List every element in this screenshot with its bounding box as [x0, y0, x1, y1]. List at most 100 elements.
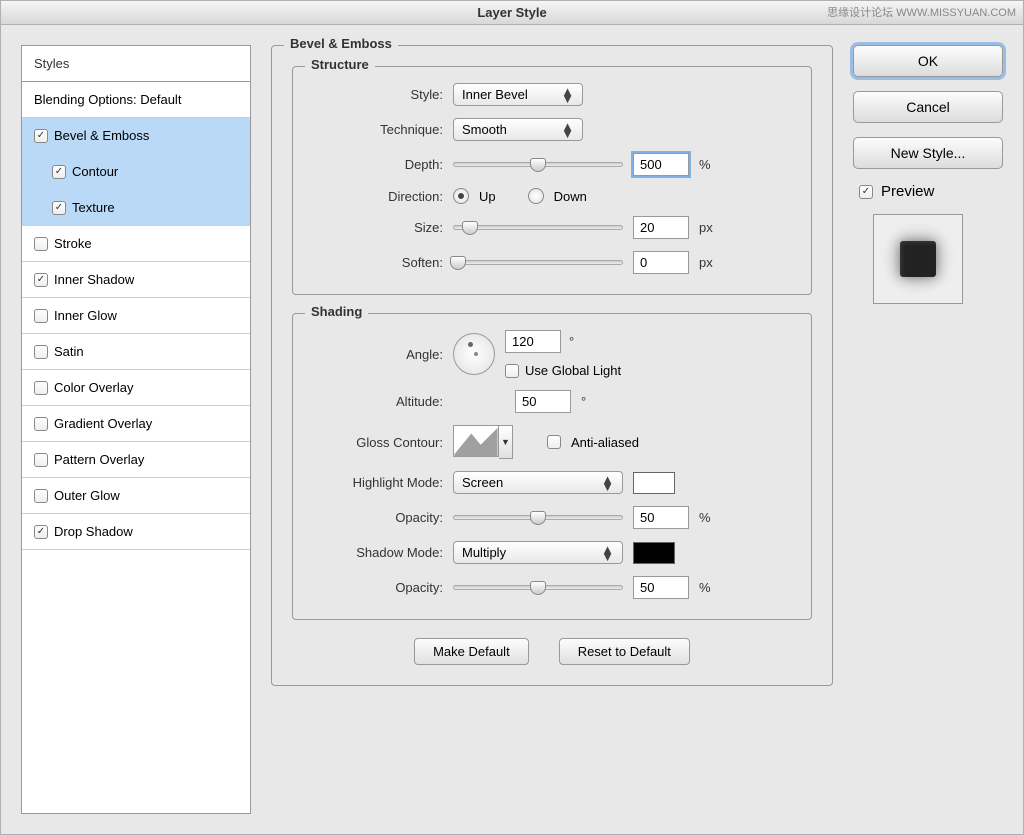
select-arrows-icon: ▲▼ — [601, 476, 614, 490]
size-slider[interactable] — [453, 220, 623, 236]
make-default-button[interactable]: Make Default — [414, 638, 529, 665]
shadow-mode-label: Shadow Mode: — [313, 545, 443, 560]
soften-slider[interactable] — [453, 255, 623, 271]
shadow-opacity-slider[interactable] — [453, 580, 623, 596]
sidebar-item-inner-shadow[interactable]: Inner Shadow — [22, 262, 250, 298]
sidebar-header[interactable]: Styles — [22, 46, 250, 82]
sidebar-item-stroke[interactable]: Stroke — [22, 226, 250, 262]
soften-unit: px — [699, 255, 713, 270]
altitude-unit: ° — [581, 394, 586, 409]
soften-label: Soften: — [313, 255, 443, 270]
structure-legend: Structure — [305, 57, 375, 72]
size-unit: px — [699, 220, 713, 235]
highlight-color-swatch[interactable] — [633, 472, 675, 494]
action-panel: OK Cancel New Style... Preview — [853, 45, 1003, 814]
highlight-mode-select[interactable]: Screen ▲▼ — [453, 471, 623, 494]
direction-down-radio[interactable] — [528, 188, 544, 204]
shadow-opacity-label: Opacity: — [313, 580, 443, 595]
technique-label: Technique: — [313, 122, 443, 137]
sidebar-checkbox[interactable] — [34, 237, 48, 251]
shadow-opacity-input[interactable]: 50 — [633, 576, 689, 599]
styles-sidebar: Styles Blending Options: Default Bevel &… — [21, 45, 251, 814]
sidebar-item-outer-glow[interactable]: Outer Glow — [22, 478, 250, 514]
sidebar-item-gradient-overlay[interactable]: Gradient Overlay — [22, 406, 250, 442]
shadow-color-swatch[interactable] — [633, 542, 675, 564]
sidebar-checkbox[interactable] — [34, 129, 48, 143]
sidebar-checkbox[interactable] — [52, 165, 66, 179]
sidebar-item-texture[interactable]: Texture — [22, 190, 250, 226]
watermark-top-right: 思缘设计论坛 WWW.MISSYUAN.COM — [827, 4, 1016, 20]
sidebar-item-drop-shadow[interactable]: Drop Shadow — [22, 514, 250, 550]
reset-default-button[interactable]: Reset to Default — [559, 638, 690, 665]
gloss-contour-dropdown[interactable]: ▼ — [499, 425, 513, 459]
style-label: Style: — [313, 87, 443, 102]
layer-style-window: Layer Style 思缘设计论坛 WWW.MISSYUAN.COM Styl… — [0, 0, 1024, 835]
style-select[interactable]: Inner Bevel ▲▼ — [453, 83, 583, 106]
gloss-contour-swatch[interactable] — [453, 425, 499, 457]
gloss-contour-label: Gloss Contour: — [313, 435, 443, 450]
opacity-unit: % — [699, 580, 711, 595]
shading-legend: Shading — [305, 304, 368, 319]
size-input[interactable]: 20 — [633, 216, 689, 239]
altitude-input[interactable]: 50 — [515, 390, 571, 413]
preview-label: Preview — [881, 183, 934, 200]
global-light-checkbox[interactable] — [505, 364, 519, 378]
depth-slider[interactable] — [453, 157, 623, 173]
sidebar-item-label: Satin — [54, 344, 84, 359]
sidebar-checkbox[interactable] — [34, 453, 48, 467]
shadow-mode-select[interactable]: Multiply ▲▼ — [453, 541, 623, 564]
sidebar-item-satin[interactable]: Satin — [22, 334, 250, 370]
technique-select[interactable]: Smooth ▲▼ — [453, 118, 583, 141]
depth-unit: % — [699, 157, 711, 172]
shadow-mode-value: Multiply — [462, 545, 506, 560]
altitude-label: Altitude: — [313, 394, 443, 409]
sidebar-checkbox[interactable] — [34, 309, 48, 323]
select-arrows-icon: ▲▼ — [601, 546, 614, 560]
structure-group: Structure Style: Inner Bevel ▲▼ Techniqu… — [292, 66, 812, 295]
sidebar-item-label: Stroke — [54, 236, 92, 251]
sidebar-item-pattern-overlay[interactable]: Pattern Overlay — [22, 442, 250, 478]
sidebar-item-label: Texture — [72, 200, 115, 215]
highlight-mode-value: Screen — [462, 475, 503, 490]
direction-up-radio[interactable] — [453, 188, 469, 204]
sidebar-blending-options[interactable]: Blending Options: Default — [22, 82, 250, 118]
angle-input[interactable]: 120 — [505, 330, 561, 353]
highlight-opacity-label: Opacity: — [313, 510, 443, 525]
sidebar-item-inner-glow[interactable]: Inner Glow — [22, 298, 250, 334]
sidebar-checkbox[interactable] — [34, 417, 48, 431]
direction-down-label: Down — [554, 189, 587, 204]
sidebar-checkbox[interactable] — [34, 525, 48, 539]
ok-button[interactable]: OK — [853, 45, 1003, 77]
sidebar-item-contour[interactable]: Contour — [22, 154, 250, 190]
sidebar-checkbox[interactable] — [52, 201, 66, 215]
select-arrows-icon: ▲▼ — [561, 123, 574, 137]
preview-thumbnail — [873, 214, 963, 304]
angle-unit: ° — [569, 334, 574, 349]
sidebar-item-label: Drop Shadow — [54, 524, 133, 539]
preview-checkbox[interactable] — [859, 185, 873, 199]
panel-title: Bevel & Emboss — [284, 36, 398, 51]
highlight-opacity-input[interactable]: 50 — [633, 506, 689, 529]
highlight-opacity-slider[interactable] — [453, 510, 623, 526]
sidebar-item-label: Contour — [72, 164, 118, 179]
sidebar-item-label: Pattern Overlay — [54, 452, 144, 467]
center-panel: Bevel & Emboss Structure Style: Inner Be… — [271, 45, 833, 814]
sidebar-checkbox[interactable] — [34, 273, 48, 287]
sidebar-item-bevel-emboss[interactable]: Bevel & Emboss — [22, 118, 250, 154]
sidebar-item-color-overlay[interactable]: Color Overlay — [22, 370, 250, 406]
sidebar-checkbox[interactable] — [34, 381, 48, 395]
antialias-checkbox[interactable] — [547, 435, 561, 449]
depth-input[interactable]: 500 — [633, 153, 689, 176]
angle-dial[interactable] — [453, 333, 495, 375]
shading-group: Shading Angle: 120 ° Use Global Light — [292, 313, 812, 620]
direction-up-label: Up — [479, 189, 496, 204]
sidebar-checkbox[interactable] — [34, 345, 48, 359]
opacity-unit: % — [699, 510, 711, 525]
cancel-button[interactable]: Cancel — [853, 91, 1003, 123]
sidebar-checkbox[interactable] — [34, 489, 48, 503]
sidebar-item-label: Color Overlay — [54, 380, 133, 395]
select-arrows-icon: ▲▼ — [561, 88, 574, 102]
size-label: Size: — [313, 220, 443, 235]
new-style-button[interactable]: New Style... — [853, 137, 1003, 169]
soften-input[interactable]: 0 — [633, 251, 689, 274]
